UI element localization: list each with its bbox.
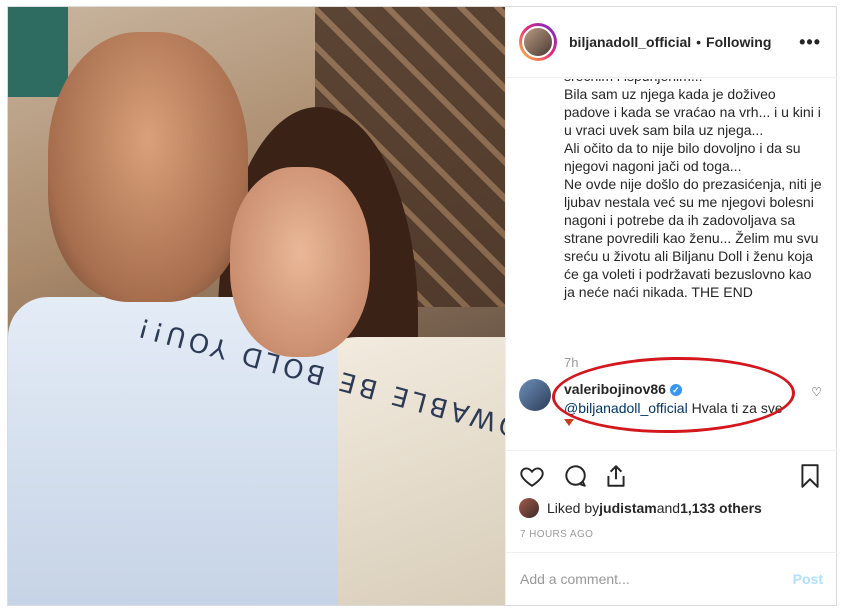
post-timestamp[interactable]: 7 HOURS AGO (520, 529, 593, 540)
photo-woman (230, 167, 370, 357)
more-options-icon[interactable]: ••• (799, 32, 821, 53)
author-username[interactable]: biljanadoll_official (569, 34, 691, 50)
comment-text: @biljanadoll_official Hvala ti za sve (564, 400, 783, 416)
post-frame: SHOWABLE BE BOLD YOU!! biljanadoll_offic… (7, 6, 837, 606)
comment-like-icon[interactable]: ♡ (811, 385, 822, 399)
commenter-username[interactable]: valeribojinov86 (564, 381, 666, 397)
add-comment-bar: Add a comment... Post (506, 552, 837, 605)
likes-summary: Liked by judistam and 1,133 others (519, 498, 762, 518)
comment-item: valeribojinov86 ✓ @biljanadoll_official H… (519, 375, 824, 445)
likes-middle: and (656, 500, 681, 516)
likes-count[interactable]: 1,133 others (680, 500, 762, 516)
caption-time: 7h (564, 355, 579, 370)
liker-avatar[interactable] (519, 498, 539, 518)
photo-background-object (8, 7, 68, 97)
verified-badge-icon: ✓ (669, 384, 682, 396)
like-heart-icon[interactable] (519, 463, 545, 489)
following-button[interactable]: Following (706, 34, 771, 50)
post-header: biljanadoll_official • Following ••• (506, 7, 837, 78)
comment-mention-link[interactable]: @biljanadoll_official (564, 400, 688, 416)
header-separator: • (696, 34, 702, 50)
liker-username[interactable]: judistam (599, 500, 657, 516)
commenter-avatar[interactable] (519, 379, 551, 411)
bookmark-icon[interactable] (797, 463, 823, 489)
comment-icon[interactable] (562, 463, 588, 489)
comments-section[interactable]: srećnim i ispunjenim... Bila sam uz njeg… (506, 79, 837, 448)
post-photo[interactable]: SHOWABLE BE BOLD YOU!! (8, 7, 505, 605)
post-sidebar: biljanadoll_official • Following ••• sre… (505, 7, 837, 605)
heart-emoji-icon (564, 419, 574, 426)
photo-man (48, 32, 248, 302)
share-icon[interactable] (603, 463, 629, 489)
author-avatar[interactable] (519, 23, 557, 61)
add-comment-input[interactable]: Add a comment... (520, 571, 630, 587)
post-actions (506, 450, 837, 496)
post-caption: srećnim i ispunjenim... Bila sam uz njeg… (564, 79, 822, 300)
post-comment-button[interactable]: Post (793, 571, 823, 587)
likes-prefix: Liked by (547, 500, 600, 516)
comment-body: Hvala ti za sve (687, 400, 783, 416)
